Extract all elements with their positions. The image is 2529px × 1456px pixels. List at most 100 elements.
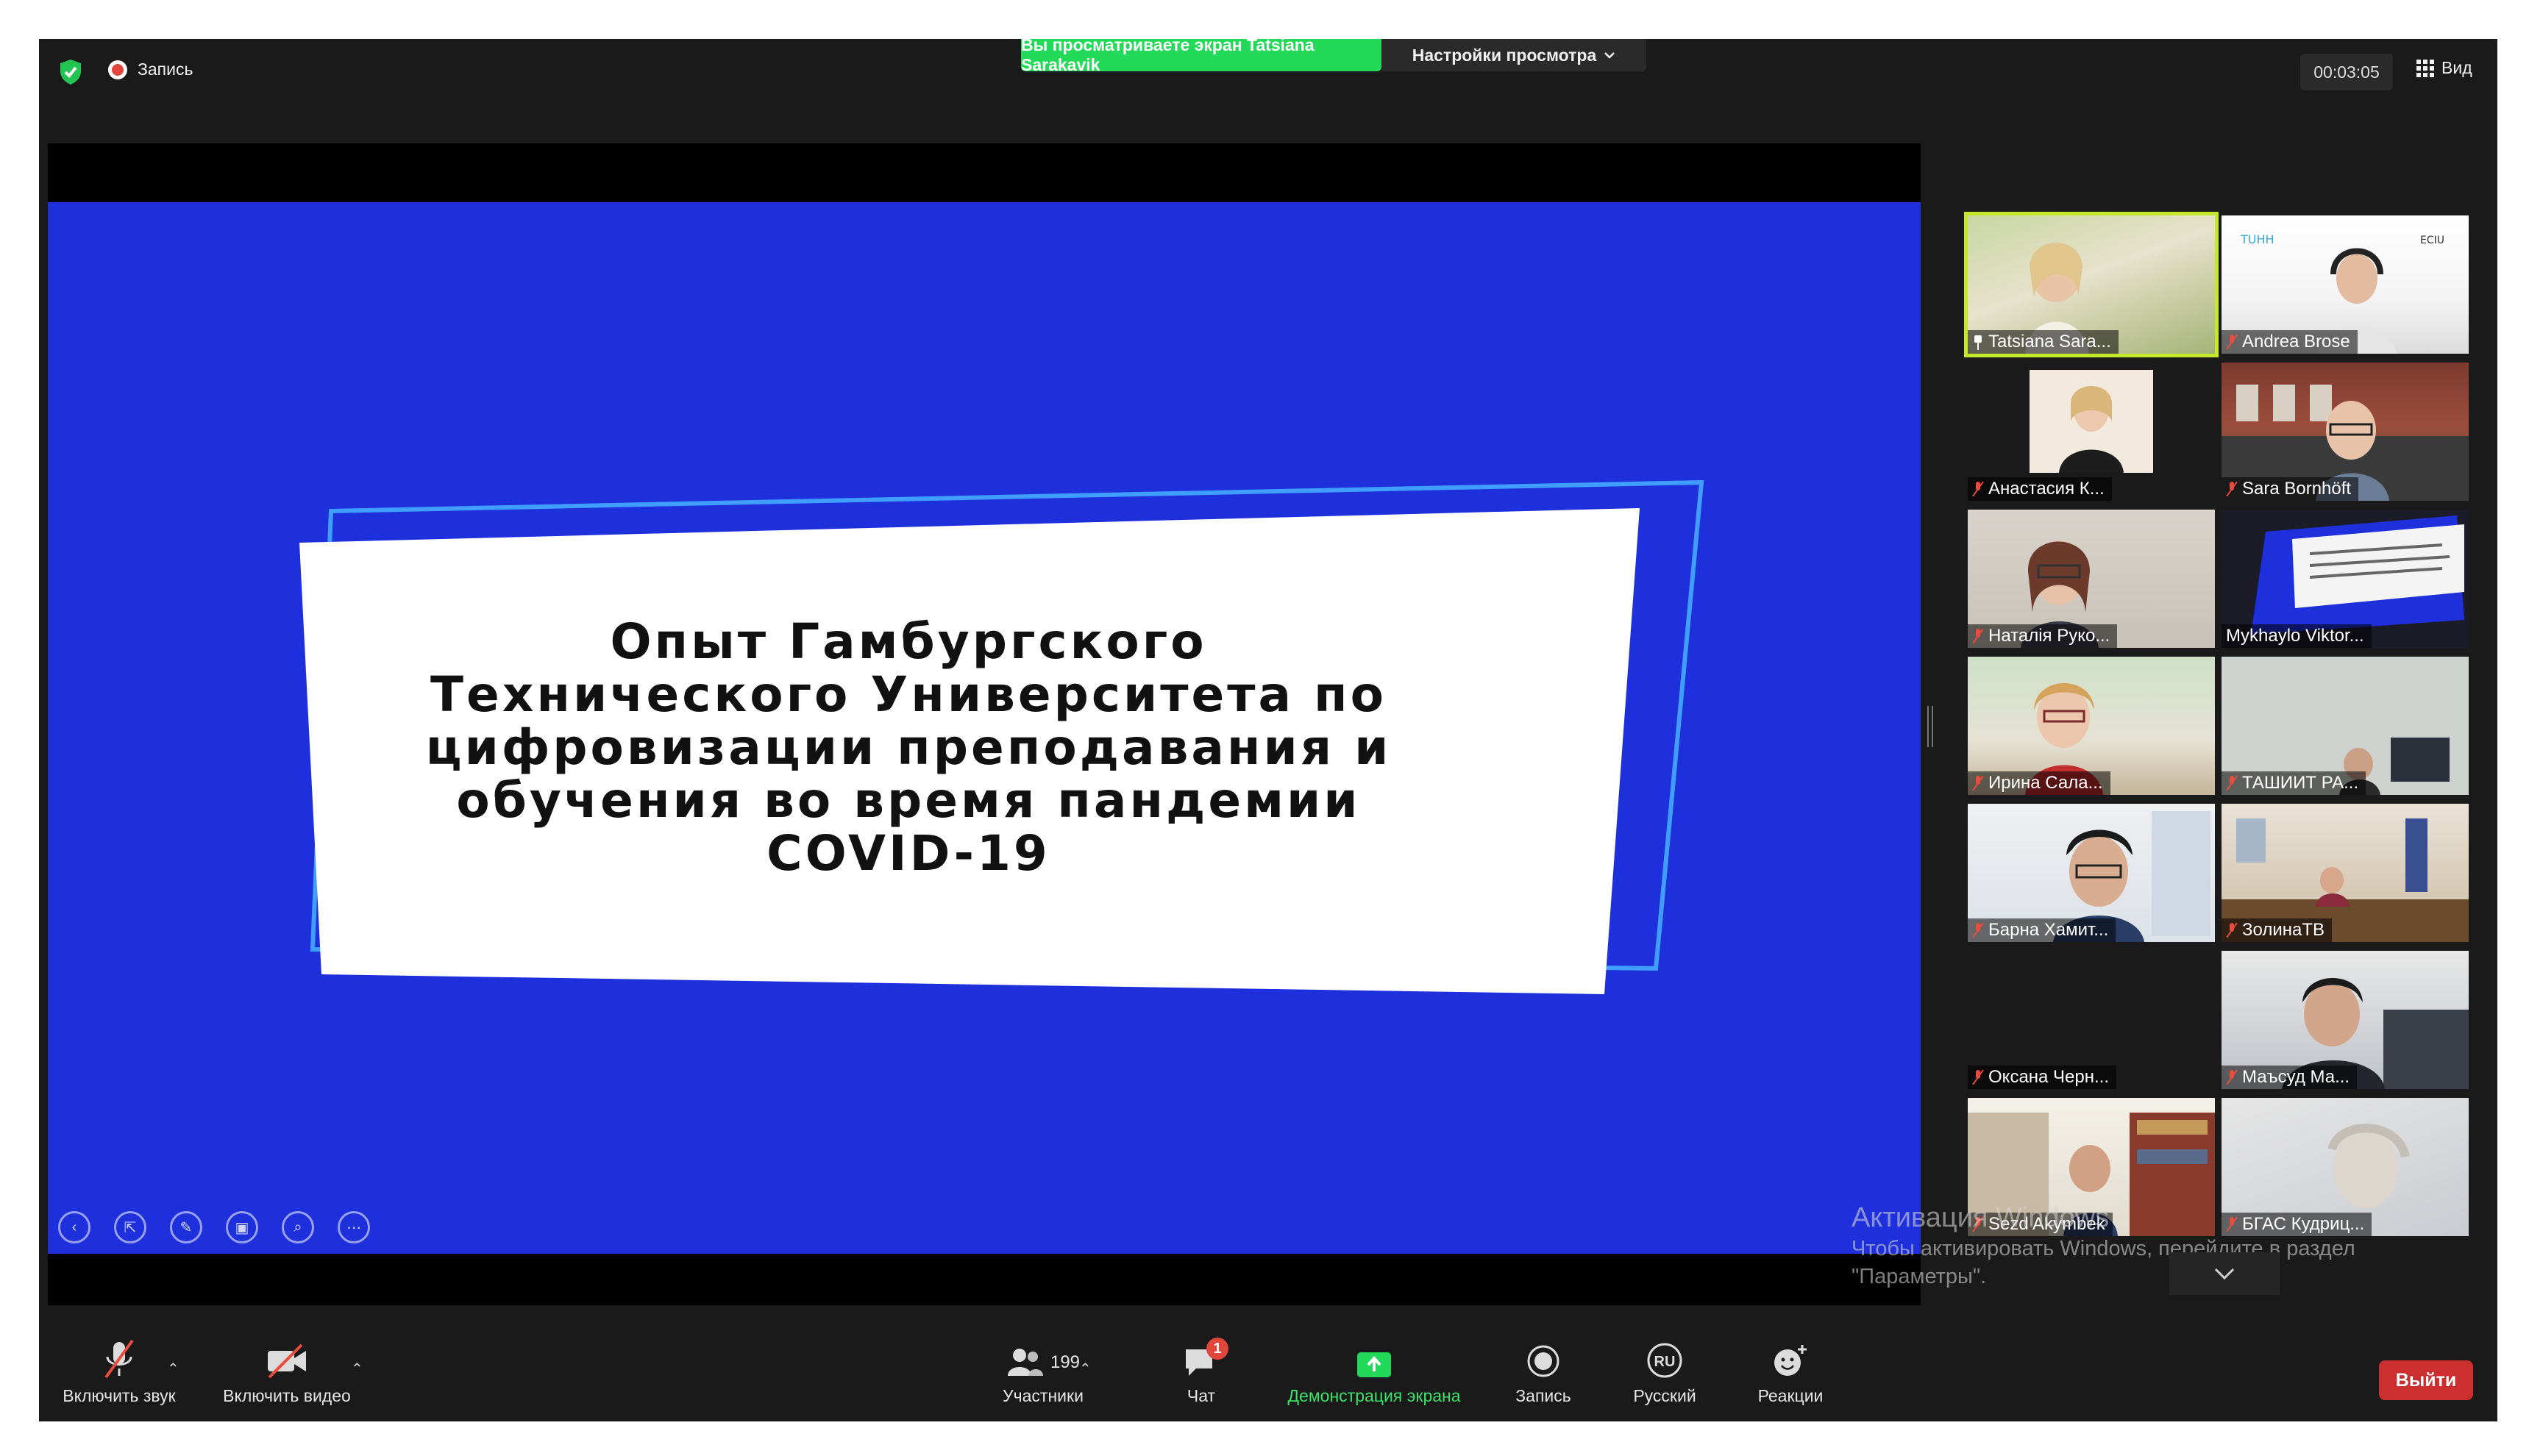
mic-muted-icon [1972, 628, 1984, 644]
slide-title-line: COVID-19 [766, 825, 1050, 882]
share-screen-button[interactable]: Демонстрация экрана [1275, 1330, 1473, 1421]
participant-name-tag: ЗолинаТВ [2222, 918, 2332, 942]
recording-indicator[interactable]: Запись [108, 60, 193, 79]
mic-muted-icon [1972, 481, 1984, 497]
participant-tile[interactable]: ТАШИИТ РА... [2222, 657, 2469, 795]
watermark-title: Активация Windows [1852, 1202, 2110, 1233]
participant-name-tag: Mykhaylo Viktor... [2222, 624, 2372, 648]
chat-button[interactable]: 1 Чат [1164, 1330, 1238, 1421]
participant-tile[interactable]: Маъсуд Ма... [2222, 951, 2469, 1089]
mic-muted-icon [2226, 481, 2238, 497]
presentation-slide: Опыт Гамбургского Технического Университ… [48, 202, 1921, 1254]
participant-name-tag: Ирина Сала... [1968, 771, 2110, 795]
gallery-scroll-down-button[interactable] [2169, 1252, 2280, 1295]
view-button[interactable]: Вид [2416, 58, 2472, 78]
participant-name: Анастасия К... [1988, 479, 2105, 499]
video-off-icon [268, 1343, 306, 1379]
windows-activation-watermark: Активация Windows Чтобы активировать Win… [1852, 1201, 2355, 1291]
participant-name: Ирина Сала... [1988, 773, 2103, 793]
record-label: Запись [1515, 1386, 1571, 1405]
participant-name: Mykhaylo Viktor... [2226, 626, 2364, 646]
participant-name: Наталія Руко... [1988, 626, 2110, 646]
svg-text:ECIU: ECIU [2420, 235, 2444, 246]
previous-slide-icon[interactable]: ‹ [58, 1211, 90, 1243]
unmute-label: Включить звук [63, 1386, 176, 1405]
more-options-icon[interactable]: ⋯ [338, 1211, 370, 1243]
participant-name-tag: Маъсуд Ма... [2222, 1066, 2358, 1089]
participant-tile[interactable]: Барна Хамит... [1968, 804, 2215, 942]
zoom-icon[interactable]: ⌕ [282, 1211, 314, 1243]
mic-muted-icon [1972, 775, 1984, 791]
view-options-button[interactable]: Настройки просмотра [1381, 39, 1646, 71]
slide-title-line: обучения во время пандемии [456, 772, 1361, 829]
screen-share-banner: Вы просматриваете экран Tatsiana Sarakav… [1021, 39, 1381, 74]
language-label: Русский [1633, 1386, 1696, 1405]
participant-name-tag: Оксана Черн... [1968, 1066, 2117, 1089]
participant-tile[interactable]: TUHH ECIU Andrea Brose [2222, 215, 2469, 354]
share-screen-label: Демонстрация экрана [1287, 1386, 1461, 1405]
slides-grid-icon[interactable]: ▣ [226, 1211, 258, 1243]
record-icon [1527, 1345, 1559, 1377]
reactions-icon [1774, 1345, 1807, 1376]
participant-tile[interactable]: Tatsiana Sara... [1964, 212, 2219, 357]
record-icon [108, 60, 127, 79]
participants-count: 199 [1050, 1352, 1081, 1372]
recording-label: Запись [138, 60, 193, 79]
audio-options-caret-icon[interactable]: ⌃ [167, 1360, 179, 1378]
mic-muted-icon [2226, 922, 2238, 938]
view-options-label: Настройки просмотра [1412, 45, 1597, 65]
participant-tile[interactable]: Оксана Черн... [1968, 951, 2215, 1089]
start-video-button[interactable]: Включить видео [210, 1330, 364, 1421]
participant-name: ЗолинаТВ [2242, 920, 2325, 940]
participant-tile[interactable]: ЗолинаТВ [2222, 804, 2469, 942]
mic-muted-icon [2226, 334, 2238, 350]
pin-icon [1972, 334, 1984, 350]
chat-unread-badge: 1 [1206, 1338, 1228, 1360]
participant-tile[interactable]: Ирина Сала... [1968, 657, 2215, 795]
record-button[interactable]: Запись [1503, 1330, 1584, 1421]
slide-title: Опыт Гамбургского Технического Университ… [320, 615, 1497, 880]
participant-name: Tatsiana Sara... [1988, 332, 2111, 351]
reactions-button[interactable]: Реакции [1743, 1330, 1838, 1421]
top-bar: Запись Вы просматриваете экран Tatsiana … [39, 39, 2497, 102]
watermark-line: Чтобы активировать Windows, перейдите в … [1852, 1237, 2355, 1260]
participant-name-tag: Tatsiana Sara... [1968, 330, 2119, 354]
meeting-timer: 00:03:05 [2300, 54, 2393, 90]
slide-toolbar: ‹ ⇱ ✎ ▣ ⌕ ⋯ [58, 1211, 370, 1243]
participant-tile[interactable]: Анастасия К... [1968, 363, 2215, 501]
share-screen-icon [1357, 1352, 1391, 1377]
participant-name: Andrea Brose [2242, 332, 2350, 351]
pointer-icon[interactable]: ⇱ [114, 1211, 146, 1243]
language-code: RU [1654, 1354, 1676, 1370]
participant-name-tag: Andrea Brose [2222, 330, 2358, 354]
mic-muted-icon [104, 1339, 134, 1379]
pen-icon[interactable]: ✎ [170, 1211, 202, 1243]
slide-title-line: цифровизации преподавания и [425, 719, 1392, 776]
participants-options-caret-icon[interactable]: ⌃ [1079, 1360, 1092, 1378]
chevron-down-icon [1604, 52, 1615, 59]
shield-icon[interactable] [58, 58, 83, 86]
panel-resize-handle[interactable] [1927, 706, 1933, 747]
language-button[interactable]: RU Русский [1621, 1330, 1709, 1421]
participant-tile[interactable]: Mykhaylo Viktor... [2222, 510, 2469, 648]
leave-meeting-button[interactable]: Выйти [2379, 1360, 2473, 1400]
participant-tile[interactable]: Sara Bornhöft [2222, 363, 2469, 501]
mic-muted-icon [2226, 1069, 2238, 1085]
participant-name: Оксана Черн... [1988, 1067, 2110, 1087]
slide-title-line: Технического Университета по [430, 666, 1387, 723]
chevron-down-icon [2214, 1268, 2235, 1280]
participant-name: Маъсуд Ма... [2242, 1067, 2350, 1087]
participant-tile[interactable]: Наталія Руко... [1968, 510, 2215, 648]
video-options-caret-icon[interactable]: ⌃ [351, 1360, 363, 1378]
svg-text:TUHH: TUHH [2240, 232, 2274, 246]
view-label: Вид [2441, 58, 2472, 77]
participant-name-tag: Барна Хамит... [1968, 918, 2116, 942]
shared-screen[interactable]: Опыт Гамбургского Технического Университ… [48, 143, 1921, 1305]
participant-name-tag: Sara Bornhöft [2222, 477, 2359, 501]
watermark-line: "Параметры". [1852, 1265, 1987, 1288]
participant-name-tag: Анастасия К... [1968, 477, 2112, 501]
grid-view-icon [2416, 59, 2434, 77]
participant-name: Sara Bornhöft [2242, 479, 2352, 499]
participants-button[interactable]: 199 Участники [962, 1330, 1124, 1421]
participants-icon [1007, 1349, 1043, 1376]
